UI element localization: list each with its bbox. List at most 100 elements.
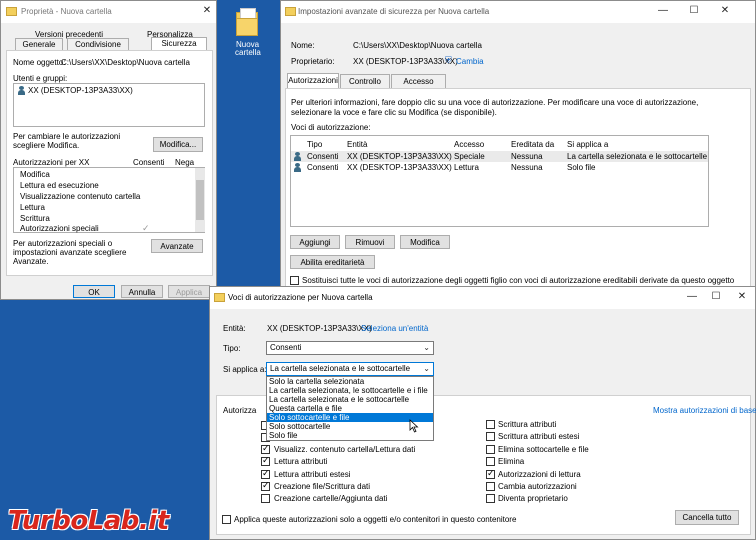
apply-only-label: Applica queste autorizzazioni solo a ogg… — [234, 515, 517, 524]
name-label: Nome: — [291, 41, 315, 50]
entity-label: Entità: — [223, 324, 246, 333]
table-cell: Nessuna — [511, 163, 543, 172]
ok-button[interactable]: OK — [73, 285, 115, 298]
column-header[interactable]: Tipo — [307, 139, 322, 150]
applies-to-select[interactable]: La cartella selezionata e le sottocartel… — [266, 362, 434, 376]
properties-title: Proprietà - Nuova cartella — [21, 7, 112, 16]
perm-checkbox[interactable] — [261, 443, 270, 454]
dropdown-option[interactable]: Solo la cartella selezionata — [267, 377, 433, 386]
add-button[interactable]: Aggiungi — [290, 235, 340, 249]
perm-for-label: Autorizzazioni per XX — [13, 158, 90, 167]
maximize-icon[interactable]: ☐ — [708, 291, 724, 305]
enable-inheritance-button[interactable]: Abilita ereditarietà — [290, 255, 375, 269]
apply-only-checkbox[interactable] — [222, 515, 231, 524]
object-name-label: Nome oggetto: — [13, 58, 66, 67]
perm-item: Visualizzazione contenuto cartella — [20, 192, 141, 201]
edit-button[interactable]: Modifica — [400, 235, 450, 249]
perm-checkbox[interactable] — [261, 455, 270, 466]
minimize-icon[interactable]: — — [655, 5, 671, 19]
check-icon: ✓ — [142, 223, 150, 233]
desktop-folder-icon[interactable] — [236, 8, 258, 38]
change-owner-link[interactable]: Cambia — [456, 57, 484, 66]
table-cell: Nessuna — [511, 152, 543, 161]
close-icon[interactable]: ✕ — [717, 5, 733, 19]
select-entity-link[interactable]: Seleziona un'entità — [361, 324, 428, 333]
tab-general[interactable]: Generale — [15, 38, 63, 50]
special-hint: Per autorizzazioni speciali o impostazio… — [13, 239, 127, 266]
perm-item: Lettura — [20, 203, 45, 212]
perm-label: Creazione cartelle/Aggiunta dati — [274, 494, 388, 503]
cancel-button[interactable]: Annulla — [121, 285, 163, 298]
dropdown-option[interactable]: La cartella selezionata e le sottocartel… — [267, 395, 433, 404]
permissions-list: Modifica Lettura ed esecuzione Visualizz… — [13, 167, 205, 233]
type-select[interactable]: Consenti ⌄ — [266, 341, 434, 355]
perm-label: Visualizz. contenuto cartella/Lettura da… — [274, 445, 416, 454]
perm-item: Modifica — [20, 170, 50, 179]
dropdown-option[interactable]: Questa cartella e file — [267, 404, 433, 413]
folder-icon — [6, 7, 17, 16]
perm-checkbox[interactable] — [486, 432, 495, 441]
column-header[interactable]: Si applica a — [567, 139, 608, 150]
modify-button[interactable]: Modifica... — [153, 137, 203, 152]
perm-label: Autorizzazioni di lettura — [498, 470, 581, 479]
close-icon[interactable]: ✕ — [734, 291, 750, 305]
close-icon[interactable]: ✕ — [199, 5, 215, 19]
tab-sharing[interactable]: Condivisione — [67, 38, 129, 50]
table-cell: XX (DESKTOP-13P3A33\XX) — [347, 163, 452, 172]
entity-value: XX (DESKTOP-13P3A33\XX) — [267, 324, 372, 333]
perm-checkbox[interactable] — [486, 457, 495, 466]
perm-label: Scrittura attributi estesi — [498, 432, 580, 441]
owner-value: XX (DESKTOP-13P3A33\XX) — [353, 57, 458, 66]
perm-checkbox[interactable] — [486, 445, 495, 454]
advanced-button[interactable]: Avanzate — [151, 239, 203, 253]
owner-label: Proprietario: — [291, 57, 335, 66]
perm-label: Diventa proprietario — [498, 494, 568, 503]
table-row[interactable]: Consenti XX (DESKTOP-13P3A33\XX) Special… — [291, 151, 708, 162]
type-label: Tipo: — [223, 344, 241, 353]
perm-checkbox[interactable] — [261, 468, 270, 479]
desktop-folder-label-2: cartella — [235, 48, 261, 57]
perm-label: Lettura attributi — [274, 457, 328, 466]
perm-item: Scrittura — [20, 214, 50, 223]
column-header[interactable]: Ereditata da — [511, 139, 554, 150]
maximize-icon[interactable]: ☐ — [686, 5, 702, 19]
replace-children-label: Sostituisci tutte le voci di autorizzazi… — [302, 276, 735, 285]
tab-effective-access[interactable]: Accesso valido — [391, 74, 446, 100]
tab-security[interactable]: Sicurezza — [151, 37, 207, 50]
applies-to-label: Si applica a: — [223, 365, 267, 374]
perm-label: Cambia autorizzazioni — [498, 482, 577, 491]
perm-label: Lettura attributi estesi — [274, 470, 351, 479]
perm-checkbox[interactable] — [486, 482, 495, 491]
minimize-icon[interactable]: — — [684, 291, 700, 305]
users-list[interactable]: XX (DESKTOP-13P3A33\XX) — [13, 83, 205, 127]
permissions-scrollbar[interactable] — [195, 168, 205, 232]
user-icon — [18, 86, 25, 95]
replace-children-checkbox[interactable] — [290, 276, 299, 285]
show-basic-permissions-link[interactable]: Mostra autorizzazioni di base — [653, 406, 756, 415]
perm-checkbox[interactable] — [486, 468, 495, 479]
permission-entry-window: Voci di autorizzazione per Nuova cartell… — [209, 286, 756, 540]
apply-button[interactable]: Applica — [168, 285, 210, 298]
column-header[interactable]: Accesso — [454, 139, 484, 150]
perm-item: Lettura ed esecuzione — [20, 181, 99, 190]
properties-window: Proprietà - Nuova cartella ✕ Versioni pr… — [0, 0, 217, 300]
perm-checkbox[interactable] — [261, 480, 270, 491]
remove-button[interactable]: Rimuovi — [345, 235, 395, 249]
tab-permissions[interactable]: Autorizzazioni — [287, 73, 339, 88]
applies-to-select-value: La cartella selezionata e le sottocartel… — [270, 364, 411, 373]
perm-checkbox[interactable] — [486, 420, 495, 429]
user-item[interactable]: XX (DESKTOP-13P3A33\XX) — [28, 86, 133, 95]
object-name-value: C:\Users\XX\Desktop\Nuova cartella — [61, 58, 190, 67]
column-header[interactable]: Entità — [347, 139, 367, 150]
advanced-title: Impostazioni avanzate di sicurezza per N… — [298, 7, 490, 16]
perm-checkbox[interactable] — [486, 494, 495, 503]
user-icon — [294, 152, 301, 161]
perm-checkbox[interactable] — [261, 494, 270, 503]
dropdown-option[interactable]: La cartella selezionata, le sottocartell… — [267, 386, 433, 395]
table-cell: Solo file — [567, 163, 596, 172]
allow-column-label: Consenti — [133, 158, 165, 167]
tab-auditing[interactable]: Controllo — [340, 74, 390, 88]
clear-all-button[interactable]: Cancella tutto — [675, 510, 739, 525]
table-row[interactable]: Consenti XX (DESKTOP-13P3A33\XX) Lettura… — [291, 162, 708, 173]
table-cell: Consenti — [307, 163, 339, 172]
